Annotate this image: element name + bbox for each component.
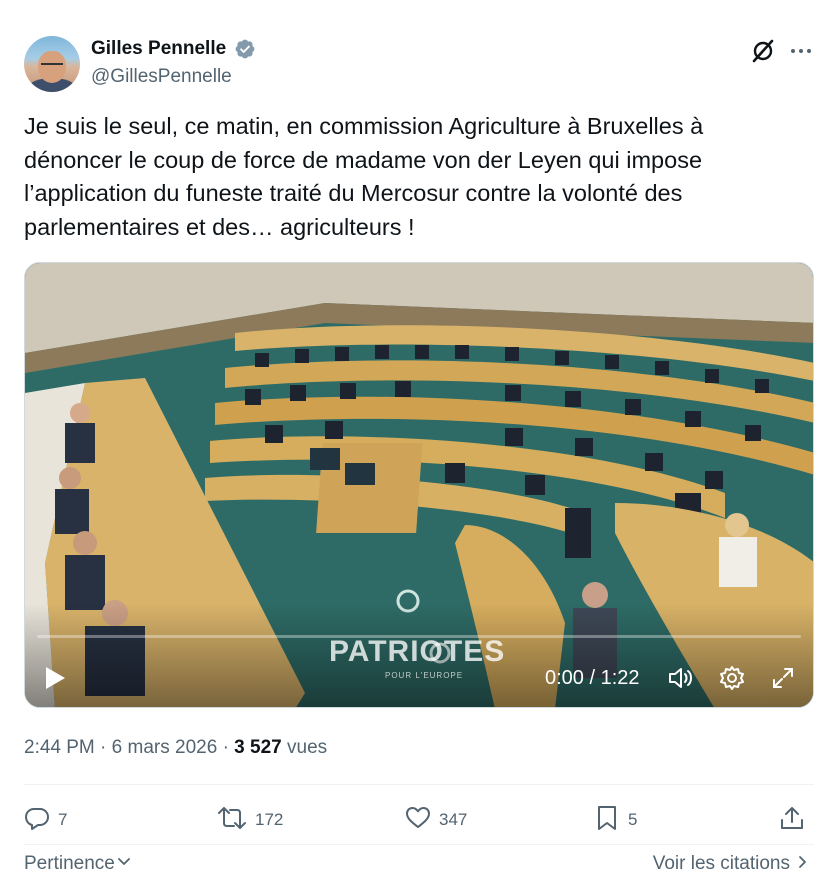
tweet-meta: 2:44 PM · 6 mars 2026 · 3 527 vues bbox=[24, 735, 327, 761]
fullscreen-icon[interactable] bbox=[771, 666, 795, 690]
author-display-name[interactable]: Gilles Pennelle bbox=[91, 36, 226, 62]
play-icon[interactable] bbox=[43, 665, 67, 691]
sort-dropdown[interactable]: Pertinence bbox=[24, 850, 131, 878]
action-bar: 7 172 347 5 bbox=[24, 802, 814, 838]
tweet-time[interactable]: 2:44 PM bbox=[24, 737, 95, 758]
reply-button[interactable]: 7 bbox=[24, 802, 67, 838]
reply-count: 7 bbox=[58, 810, 68, 829]
author-block: Gilles Pennelle @GillesPennelle bbox=[91, 36, 256, 90]
meta-separator-2: · bbox=[222, 737, 229, 758]
like-button[interactable]: 347 bbox=[405, 802, 467, 838]
bookmark-button[interactable]: 5 bbox=[594, 802, 637, 838]
share-button[interactable] bbox=[779, 802, 805, 838]
chevron-down-icon bbox=[115, 850, 131, 878]
quotes-label: Voir les citations bbox=[652, 853, 790, 874]
bookmark-count: 5 bbox=[628, 810, 638, 829]
video-time-display: 0:00 / 1:22 bbox=[545, 667, 640, 689]
video-watermark: PATRIOTES bbox=[329, 635, 506, 668]
tweet-text: Je suis le seul, ce matin, en commission… bbox=[24, 113, 704, 240]
views-count: 3 527 bbox=[234, 737, 282, 758]
like-count: 347 bbox=[439, 810, 468, 829]
share-icon bbox=[779, 805, 805, 836]
replies-footer: Pertinence Voir les citations bbox=[24, 850, 814, 880]
chevron-right-icon bbox=[790, 850, 810, 878]
view-quotes-link[interactable]: Voir les citations bbox=[653, 850, 810, 878]
tweet-card: Gilles Pennelle @GillesPennelle Je suis … bbox=[0, 0, 838, 894]
divider-bottom bbox=[24, 844, 814, 845]
meta-separator: · bbox=[100, 737, 107, 758]
video-player[interactable]: PATRIOTES POUR L'EUROPE 0:00 / 1:22 bbox=[24, 262, 814, 708]
sort-label: Pertinence bbox=[24, 853, 115, 874]
volume-icon[interactable] bbox=[667, 665, 695, 691]
bookmark-icon bbox=[594, 805, 620, 836]
avatar[interactable] bbox=[24, 36, 80, 92]
video-watermark-sub: POUR L'EUROPE bbox=[385, 671, 464, 680]
grok-icon[interactable] bbox=[750, 38, 776, 64]
reply-icon bbox=[24, 805, 50, 836]
repost-count: 172 bbox=[255, 810, 284, 829]
divider-top bbox=[24, 784, 814, 785]
gear-icon[interactable] bbox=[719, 665, 745, 691]
author-handle[interactable]: @GillesPennelle bbox=[91, 64, 256, 90]
verified-badge-icon[interactable] bbox=[234, 38, 256, 60]
heart-icon bbox=[405, 805, 431, 836]
video-progress-bar[interactable] bbox=[37, 635, 801, 638]
views-label: vues bbox=[287, 737, 328, 758]
tweet-header: Gilles Pennelle @GillesPennelle bbox=[24, 34, 814, 94]
repost-icon bbox=[217, 805, 247, 836]
tweet-date[interactable]: 6 mars 2026 bbox=[112, 737, 218, 758]
repost-button[interactable]: 172 bbox=[217, 802, 283, 838]
more-icon[interactable] bbox=[788, 38, 814, 64]
